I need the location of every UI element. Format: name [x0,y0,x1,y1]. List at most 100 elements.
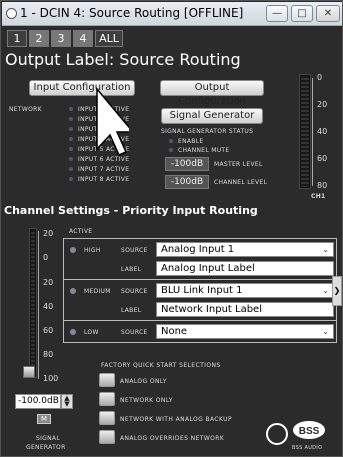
fader-tick-80: 80 [43,350,54,359]
priority-high-panel: HIGH SOURCE Analog Input 1 ⌄ LABEL Analog… [63,238,337,280]
bss-audio-text: BSS AUDIO [292,445,323,451]
priority-high-label: HIGH [84,247,101,254]
chevron-down-icon: ⌄ [322,245,329,254]
fader-tick-20b: 20 [43,278,54,287]
fader-handle[interactable] [23,366,35,378]
meter-tick-60: 60 [317,154,328,163]
network-only-checkbox[interactable] [99,392,115,406]
minimize-button[interactable]: — [266,5,288,22]
meter-tick-0: 0 [317,73,323,82]
network-only-label: NETWORK ONLY [120,397,173,404]
mouse-pointer-icon [96,87,129,156]
maximize-button[interactable]: □ [291,5,313,22]
output-level-meter [299,74,311,189]
channel-settings-title: Channel Settings - Priority Input Routin… [4,204,258,217]
input-8-active-label: INPUT 8 ACTIVE [78,176,130,183]
analog-only-checkbox[interactable] [99,373,115,387]
input-2-led [69,117,73,121]
close-button[interactable]: ✕ [316,5,340,22]
tab-2[interactable]: 2 [29,30,49,47]
bss-logo: BSS [293,421,325,439]
priority-medium-active-led [70,288,76,294]
master-level-label: MASTER LEVEL [214,161,263,168]
input-7-led [69,167,73,171]
fader-tick-100: 100 [43,374,59,383]
tab-1[interactable]: 1 [7,30,27,47]
analog-only-label: ANALOG ONLY [120,378,167,385]
signal-generator-fader-track[interactable] [29,228,37,378]
source-label: SOURCE [121,247,148,254]
master-level-field[interactable]: -100dB [165,157,209,171]
signal-label: SIGNAL [36,435,60,442]
network-with-analog-backup-checkbox[interactable] [99,411,115,425]
label-label: LABEL [121,307,142,314]
fader-tick-40: 40 [43,302,54,311]
input-1-led [69,107,73,111]
meter-scale [312,78,315,186]
meter-tick-40: 40 [317,127,328,136]
meter-channel-label: CH1 [311,193,326,200]
low-source-value: None [161,326,188,337]
low-source-dropdown[interactable]: None ⌄ [156,324,334,339]
high-label-input[interactable]: Analog Input Label [156,261,334,276]
analog-overrides-network-label: ANALOG OVERRIDES NETWORK [120,435,225,442]
chevron-down-icon: ⌄ [322,327,329,336]
priority-high-active-led [70,247,76,253]
signal-generator-status-label: SIGNAL GENERATOR STATUS [161,128,254,135]
source-label: SOURCE [121,329,148,336]
quick-start-title: FACTORY QUICK START SELECTIONS [101,362,221,369]
fader-tick-0: 0 [43,253,49,262]
fader-tick-60: 60 [43,326,54,335]
channel-level-label: CHANNEL LEVEL [214,179,268,186]
meter-tick-20: 20 [317,100,328,109]
active-label: ACTIVE [69,228,93,235]
panel-scroll-arrow[interactable]: ❯ [332,276,342,306]
fader-scale [38,231,39,379]
chevron-down-icon: ⌄ [322,286,329,295]
generator-label: GENERATOR [26,444,66,451]
input-5-led [69,147,73,151]
high-source-value: Analog Input 1 [161,244,235,255]
priority-medium-panel: MEDIUM SOURCE BLU Link Input 1 ⌄ LABEL Ne… [63,279,337,321]
meter-tick-80: 80 [317,181,328,190]
tab-3[interactable]: 3 [51,30,71,47]
priority-low-panel: LOW SOURCE None ⌄ [63,320,337,343]
input-7-active-label: INPUT 7 ACTIVE [78,166,130,173]
network-with-analog-backup-label: NETWORK WITH ANALOG BACKUP [120,416,232,423]
priority-medium-label: MEDIUM [84,288,111,295]
tab-4[interactable]: 4 [73,30,93,47]
enable-led [169,139,173,143]
fader-spinner[interactable]: ▲ ▼ [61,394,73,409]
output-configuration-button[interactable]: Output Configuration [160,80,264,107]
enable-label: ENABLE [178,138,204,145]
medium-source-value: BLU Link Input 1 [161,285,243,296]
network-label: NETWORK [9,106,42,113]
input-4-led [69,137,73,141]
source-label: SOURCE [121,288,148,295]
fader-value: -100.0dB [18,396,59,406]
input-3-led [69,127,73,131]
priority-low-label: LOW [84,329,99,336]
high-source-dropdown[interactable]: Analog Input 1 ⌄ [156,242,334,257]
title-bar: 1 - DCIN 4: Source Routing [OFFLINE] — □… [2,2,342,26]
channel-mute-led [169,148,173,152]
window-title: 1 - DCIN 4: Source Routing [OFFLINE] [20,6,244,20]
tab-all[interactable]: ALL [95,30,123,47]
fader-value-input[interactable]: -100.0dB [15,394,61,409]
window-icon[interactable] [6,8,17,19]
channel-level-field[interactable]: -100dB [165,175,209,189]
input-8-led [69,177,73,181]
label-label: LABEL [121,266,142,273]
application-window: 1 - DCIN 4: Source Routing [OFFLINE] — □… [0,0,343,457]
svg-text:BSS: BSS [299,426,320,437]
settings-round-icon[interactable] [266,423,288,445]
mute-button[interactable]: M [37,414,51,424]
signal-generator-button[interactable]: Signal Generator [161,108,263,124]
analog-overrides-network-checkbox[interactable] [99,430,115,444]
fader-tick-20: 20 [43,229,54,238]
channel-mute-label: CHANNEL MUTE [178,147,230,154]
medium-source-dropdown[interactable]: BLU Link Input 1 ⌄ [156,283,334,298]
medium-label-input[interactable]: Network Input Label [156,302,334,317]
input-6-led [69,157,73,161]
page-title: Output Label: Source Routing [5,50,241,69]
